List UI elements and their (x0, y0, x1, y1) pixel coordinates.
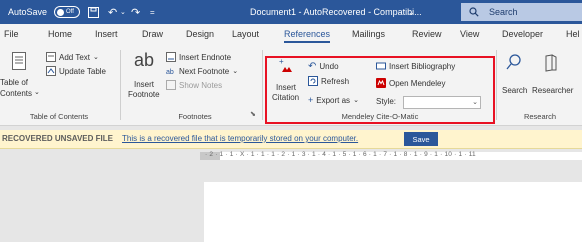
researcher-icon (545, 54, 557, 72)
tab-insert[interactable]: Insert (95, 24, 118, 44)
save-icon[interactable] (88, 0, 99, 24)
next-footnote-button[interactable]: ab Next Footnote ⌄ (166, 66, 239, 77)
update-table-button[interactable]: Update Table (46, 66, 106, 76)
footnotes-dialog-launcher-icon[interactable]: ⬊ (250, 110, 256, 118)
ribbon-tabs: File Home Insert Draw Design Layout Refe… (0, 24, 582, 44)
title-dropdown-icon[interactable]: ⌄ (408, 0, 415, 24)
customize-toolbar-icon[interactable]: = (150, 0, 155, 24)
group-divider (496, 50, 497, 120)
ribbon: Table of Contents ⌄ Add Text ⌄ Update Ta… (0, 44, 582, 126)
insert-endnote-button[interactable]: Insert Endnote (166, 52, 231, 62)
document-title: Document1 - AutoRecovered - Compatibi... (250, 7, 422, 17)
next-footnote-icon: ab (166, 69, 174, 76)
infobar-message-link[interactable]: This is a recovered file that is tempora… (122, 134, 358, 143)
horizontal-ruler[interactable]: · 2 · 1 · 1 · X · 1 · 1 · 1 · 2 · 1 · 3 … (0, 149, 582, 162)
title-bar: AutoSave Off ↶ ⌄ ↷ = Document1 - AutoRec… (0, 0, 582, 24)
next-footnote-label: Next Footnote (179, 66, 230, 76)
undo-icon[interactable]: ↶ (108, 0, 117, 24)
toc-label-line1: Table of (0, 78, 29, 87)
footnotes-group-label: Footnotes (178, 112, 212, 121)
search-box[interactable]: Search (461, 3, 582, 21)
tab-mailings[interactable]: Mailings (352, 24, 385, 44)
tab-references[interactable]: References (284, 24, 331, 44)
undo-dropdown-icon[interactable]: ⌄ (120, 0, 126, 24)
tab-review[interactable]: Review (412, 24, 442, 44)
insert-endnote-label: Insert Endnote (179, 52, 232, 62)
autosave-label: AutoSave (8, 7, 48, 17)
redo-icon[interactable]: ↷ (131, 0, 140, 24)
tab-developer[interactable]: Developer (502, 24, 543, 44)
add-text-icon (46, 52, 56, 62)
show-notes-button[interactable]: Show Notes (166, 80, 222, 90)
group-divider (120, 50, 121, 120)
tab-design[interactable]: Design (186, 24, 214, 44)
add-text-button[interactable]: Add Text ⌄ (46, 52, 99, 62)
researcher-label: Researcher (532, 86, 574, 95)
tab-file[interactable]: File (4, 24, 19, 44)
group-divider (262, 50, 263, 120)
ruler-ticks: · 2 · 1 · 1 · X · 1 · 1 · 1 · 2 · 1 · 3 … (205, 151, 476, 158)
infobar-title: RECOVERED UNSAVED FILE (2, 134, 113, 143)
show-notes-label: Show Notes (179, 80, 223, 90)
research-group-label: Research (523, 112, 557, 121)
recovered-file-infobar: RECOVERED UNSAVED FILE This is a recover… (0, 130, 582, 149)
insert-footnote-line2: Footnote (128, 90, 160, 99)
tab-draw[interactable]: Draw (142, 24, 163, 44)
tab-layout[interactable]: Layout (232, 24, 259, 44)
highlight-box (265, 56, 495, 124)
search-research-icon (506, 54, 521, 70)
tab-help[interactable]: Hel (566, 24, 580, 44)
tab-view[interactable]: View (460, 24, 479, 44)
update-table-label: Update Table (59, 66, 106, 76)
autosave-toggle[interactable]: Off (54, 0, 80, 24)
toc-dropdown-icon: ⌄ (34, 89, 40, 96)
next-footnote-dropdown-icon: ⌄ (232, 68, 239, 75)
show-notes-icon (166, 80, 176, 90)
toc-label-line2: Contents (0, 89, 33, 98)
svg-text:ab: ab (166, 69, 174, 76)
update-table-icon (46, 66, 56, 76)
insert-footnote-line1: Insert (134, 80, 155, 89)
insert-endnote-icon (166, 52, 176, 62)
footnote-ab-icon: ab (134, 50, 155, 70)
document-page[interactable] (204, 182, 582, 242)
table-of-contents-icon (12, 52, 26, 70)
search-research-label: Search (502, 86, 528, 95)
add-text-label: Add Text (59, 52, 90, 62)
search-icon (469, 7, 479, 17)
document-area (0, 162, 582, 242)
search-placeholder: Search (489, 7, 518, 17)
infobar-save-button[interactable]: Save (404, 132, 438, 146)
tab-home[interactable]: Home (48, 24, 72, 44)
autosave-toggle-label: Off (66, 9, 74, 15)
toc-group-label: Table of Contents (29, 112, 89, 121)
add-text-dropdown-icon: ⌄ (92, 54, 99, 61)
